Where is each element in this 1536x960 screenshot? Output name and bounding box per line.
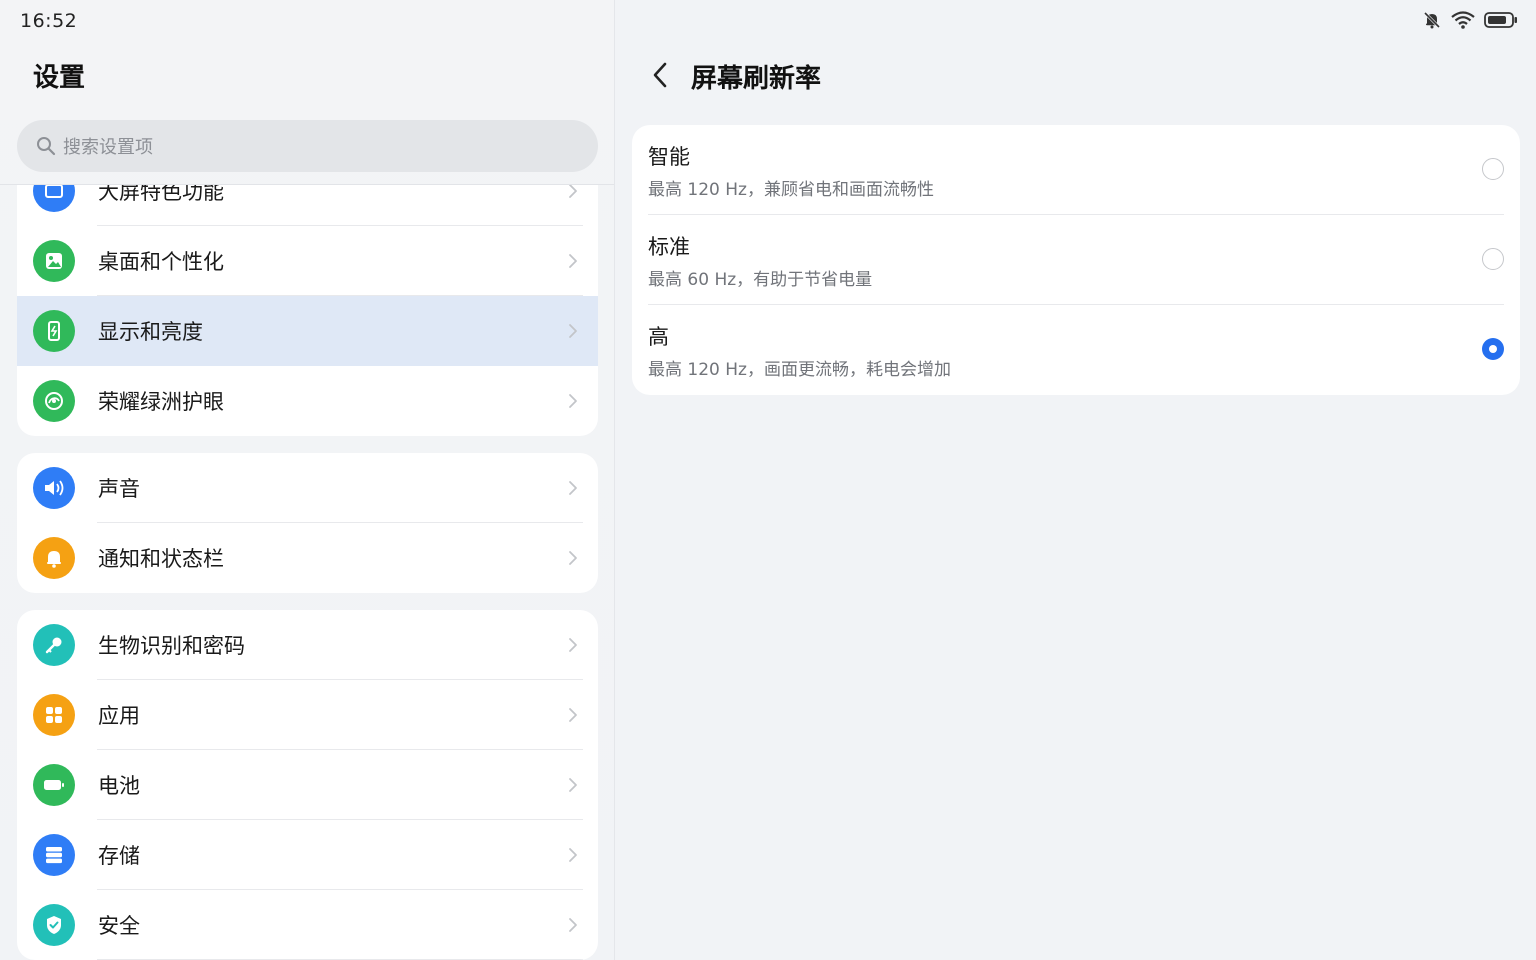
sidebar-item-label: 生物识别和密码 bbox=[98, 634, 245, 658]
settings-list[interactable]: 大屏特色功能 桌面和个性化 显示和亮度 荣耀绿洲护眼 声音 通知和状态栏 生物识… bbox=[0, 184, 614, 960]
chevron-right-icon bbox=[568, 322, 580, 340]
sidebar-item-label: 存储 bbox=[98, 844, 140, 868]
chevron-right-icon bbox=[568, 916, 580, 934]
storage-icon bbox=[33, 834, 75, 876]
option-description: 最高 120 Hz，兼顾省电和画面流畅性 bbox=[648, 180, 934, 200]
chevron-right-icon bbox=[568, 636, 580, 654]
status-time: 16:52 bbox=[20, 10, 78, 32]
radio-standard[interactable] bbox=[1482, 248, 1504, 270]
refresh-rate-panel: 屏幕刷新率 智能 最高 120 Hz，兼顾省电和画面流畅性 标准 最高 60 H… bbox=[615, 0, 1536, 960]
status-icons bbox=[1422, 10, 1518, 34]
sidebar-item-label: 声音 bbox=[98, 477, 140, 501]
battery-icon bbox=[1484, 11, 1518, 33]
sidebar-item-label: 应用 bbox=[98, 704, 140, 728]
wallpaper-icon bbox=[33, 240, 75, 282]
sidebar-item-display-brightness[interactable]: 显示和亮度 bbox=[17, 296, 598, 366]
tablet-features-icon bbox=[33, 184, 75, 212]
option-high[interactable]: 高 最高 120 Hz，画面更流畅，耗电会增加 bbox=[632, 305, 1520, 395]
sidebar-item-tablet-features[interactable]: 大屏特色功能 bbox=[17, 184, 598, 226]
sidebar-item-storage[interactable]: 存储 bbox=[17, 820, 598, 890]
chevron-right-icon bbox=[568, 776, 580, 794]
option-title: 智能 bbox=[648, 145, 690, 169]
option-standard[interactable]: 标准 最高 60 Hz，有助于节省电量 bbox=[632, 215, 1520, 305]
sidebar-item-biometrics[interactable]: 生物识别和密码 bbox=[17, 610, 598, 680]
sidebar-item-label: 安全 bbox=[98, 914, 140, 938]
sidebar-item-eye-care[interactable]: 荣耀绿洲护眼 bbox=[17, 366, 598, 436]
chevron-right-icon bbox=[568, 706, 580, 724]
sidebar-item-label: 荣耀绿洲护眼 bbox=[98, 390, 224, 414]
speaker-icon bbox=[33, 467, 75, 509]
sidebar-item-label: 通知和状态栏 bbox=[98, 547, 224, 571]
chevron-right-icon bbox=[568, 252, 580, 270]
sidebar-item-notifications[interactable]: 通知和状态栏 bbox=[17, 523, 598, 593]
chevron-right-icon bbox=[568, 184, 580, 200]
bell-mute-icon bbox=[1422, 10, 1442, 34]
sidebar-item-label: 大屏特色功能 bbox=[98, 184, 224, 204]
settings-group-system: 生物识别和密码 应用 电池 存储 安全 bbox=[17, 610, 598, 960]
sidebar-item-label: 桌面和个性化 bbox=[98, 250, 224, 274]
radio-smart[interactable] bbox=[1482, 158, 1504, 180]
search-placeholder: 搜索设置项 bbox=[63, 137, 153, 158]
eye-care-icon bbox=[33, 380, 75, 422]
sidebar-item-desktop-personalization[interactable]: 桌面和个性化 bbox=[17, 226, 598, 296]
display-brightness-icon bbox=[33, 310, 75, 352]
chevron-right-icon bbox=[568, 549, 580, 567]
sidebar-item-battery[interactable]: 电池 bbox=[17, 750, 598, 820]
chevron-right-icon bbox=[568, 479, 580, 497]
chevron-right-icon bbox=[568, 392, 580, 410]
search-bar[interactable]: 搜索设置项 bbox=[17, 120, 598, 172]
back-button[interactable] bbox=[651, 62, 675, 92]
key-icon bbox=[33, 624, 75, 666]
sidebar-item-sound[interactable]: 声音 bbox=[17, 453, 598, 523]
sidebar-item-label: 显示和亮度 bbox=[98, 320, 203, 344]
option-description: 最高 60 Hz，有助于节省电量 bbox=[648, 270, 873, 290]
battery-setting-icon bbox=[33, 764, 75, 806]
sidebar-item-apps[interactable]: 应用 bbox=[17, 680, 598, 750]
option-title: 高 bbox=[648, 325, 669, 349]
option-smart[interactable]: 智能 最高 120 Hz，兼顾省电和画面流畅性 bbox=[632, 125, 1520, 215]
list-top-divider bbox=[0, 184, 614, 185]
settings-nav-panel: 16:52 设置 搜索设置项 大屏特色功能 桌面和个性化 显示和亮度 荣耀绿洲护… bbox=[0, 0, 614, 960]
bell-icon bbox=[33, 537, 75, 579]
sidebar-item-label: 电池 bbox=[98, 774, 140, 798]
shield-icon bbox=[33, 904, 75, 946]
apps-icon bbox=[33, 694, 75, 736]
refresh-rate-options: 智能 最高 120 Hz，兼顾省电和画面流畅性 标准 最高 60 Hz，有助于节… bbox=[632, 125, 1520, 395]
settings-group-display: 大屏特色功能 桌面和个性化 显示和亮度 荣耀绿洲护眼 bbox=[17, 184, 598, 436]
radio-high[interactable] bbox=[1482, 338, 1504, 360]
option-title: 标准 bbox=[648, 235, 690, 259]
sidebar-item-security[interactable]: 安全 bbox=[17, 890, 598, 960]
page-title: 屏幕刷新率 bbox=[691, 64, 822, 94]
chevron-right-icon bbox=[568, 846, 580, 864]
wifi-icon bbox=[1450, 10, 1476, 34]
chevron-left-icon bbox=[651, 61, 669, 93]
option-description: 最高 120 Hz，画面更流畅，耗电会增加 bbox=[648, 360, 951, 380]
search-icon bbox=[35, 135, 57, 157]
settings-group-sound-notify: 声音 通知和状态栏 bbox=[17, 453, 598, 593]
settings-title: 设置 bbox=[33, 63, 86, 93]
